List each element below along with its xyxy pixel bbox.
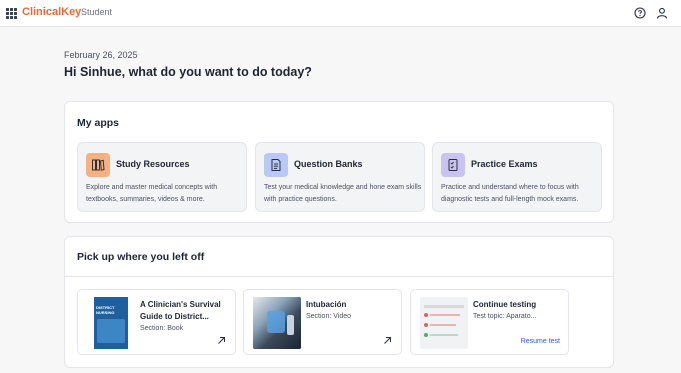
arrow-up-right-icon[interactable] xyxy=(383,336,392,345)
divider xyxy=(65,276,613,277)
app-title: Study Resources xyxy=(116,159,190,169)
top-bar: ClinicalKey Student xyxy=(0,0,681,27)
app-title: Question Banks xyxy=(294,159,363,169)
app-description: Test your medical knowledge and hone exa… xyxy=(264,184,422,203)
my-apps-card: My apps Study Resources Explore and mast… xyxy=(64,101,614,223)
books-icon xyxy=(86,153,110,177)
arrow-up-right-icon[interactable] xyxy=(217,336,226,345)
apps-grid-icon[interactable] xyxy=(6,8,17,19)
help-icon[interactable] xyxy=(634,7,646,19)
resume-item-section: Test topic: Aparato... xyxy=(473,313,537,320)
resume-card: Pick up where you left off DISTRICT NURS… xyxy=(64,236,614,368)
app-study-resources[interactable]: Study Resources Explore and master medic… xyxy=(77,142,247,212)
test-thumbnail xyxy=(420,297,468,349)
user-icon[interactable] xyxy=(656,7,668,19)
resume-item-title: Continue testing xyxy=(473,300,537,309)
resume-section-title: Pick up where you left off xyxy=(77,251,205,263)
resume-item-title: Intubación xyxy=(306,300,347,309)
resume-item-section: Section: Book xyxy=(140,325,184,332)
app-title: Practice Exams xyxy=(471,159,538,169)
resume-item-section: Section: Video xyxy=(306,313,352,320)
current-date: February 26, 2025 xyxy=(64,50,138,60)
resume-item-book[interactable]: DISTRICT NURSING A Clinician's Survival … xyxy=(77,289,236,355)
book-cover-thumbnail: DISTRICT NURSING xyxy=(87,297,135,349)
brand-subtitle: Student xyxy=(81,7,113,17)
page-greeting: Hi Sinhue, what do you want to do today? xyxy=(64,65,312,79)
app-practice-exams[interactable]: Practice Exams Practice and understand w… xyxy=(432,142,602,212)
resume-item-video[interactable]: Intubación Section: Video xyxy=(243,289,402,355)
app-description: Explore and master medical concepts with… xyxy=(86,184,218,203)
book-cover-title: DISTRICT NURSING xyxy=(96,305,115,315)
app-description: Practice and understand where to focus w… xyxy=(441,184,579,203)
resume-test-link[interactable]: Resume test xyxy=(521,338,560,345)
document-icon xyxy=(264,153,288,177)
brand-logo[interactable]: ClinicalKey xyxy=(22,6,81,18)
resume-item-title: A Clinician's Survival Guide to District… xyxy=(140,300,221,321)
exam-icon xyxy=(441,153,465,177)
video-thumbnail xyxy=(253,297,301,349)
app-question-banks[interactable]: Question Banks Test your medical knowled… xyxy=(255,142,425,212)
my-apps-title: My apps xyxy=(77,117,120,129)
resume-item-test[interactable]: Continue testing Test topic: Aparato... … xyxy=(410,289,569,355)
